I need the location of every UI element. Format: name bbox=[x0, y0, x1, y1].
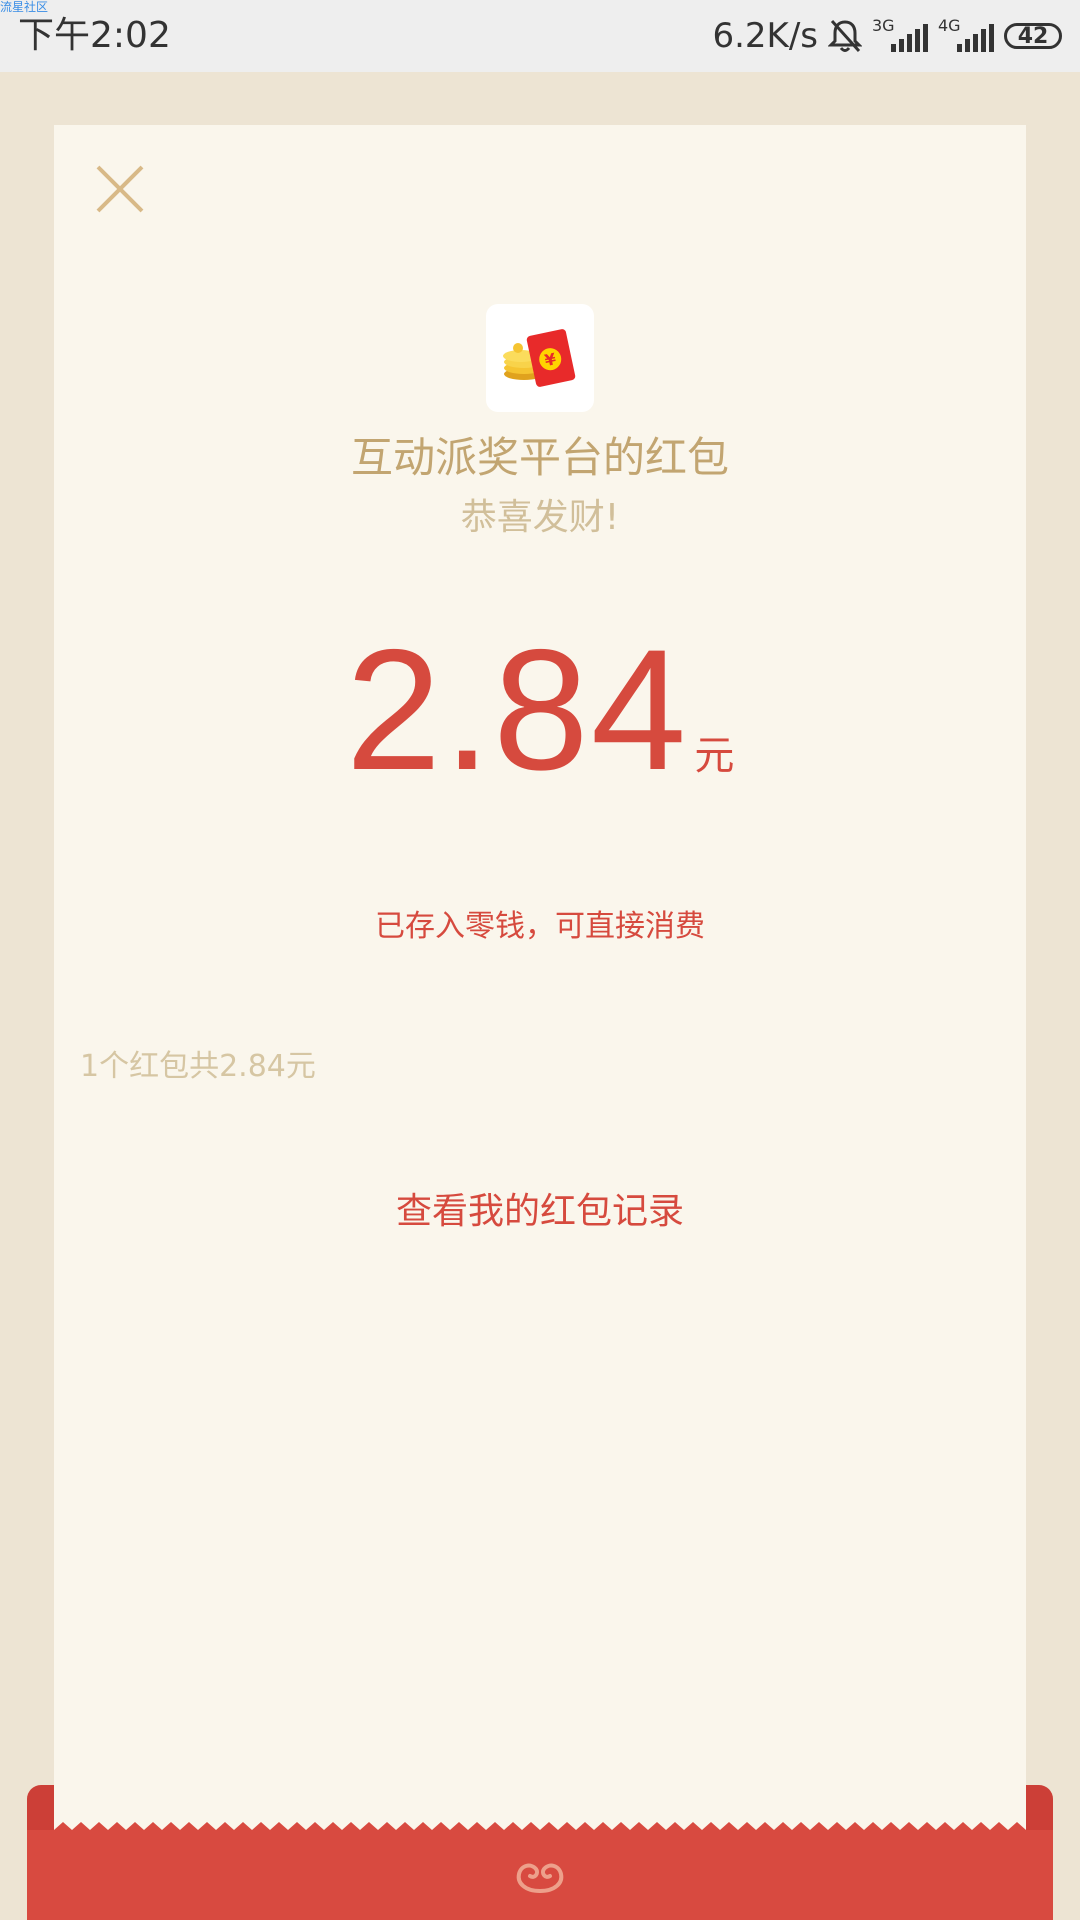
sender-name: 互动派奖平台的红包 bbox=[350, 433, 729, 482]
greeting-text: 恭喜发财! bbox=[460, 497, 620, 538]
deposit-note: 已存入零钱，可直接消费 bbox=[375, 909, 705, 944]
red-packet-detail-card: ¥ 互动派奖平台的红包 恭喜发财! 2.84 元 已存入零钱，可直接消费 1个红… bbox=[54, 125, 1026, 1845]
amount-unit: 元 bbox=[694, 733, 735, 779]
amount-row: 2.84 元 bbox=[54, 615, 1026, 805]
signal-3g-icon: 3G bbox=[872, 14, 928, 58]
zigzag-edge bbox=[54, 1822, 1026, 1838]
status-bar: 流星社区 下午2:02 6.2K/s 3G 4G 42 bbox=[0, 0, 1080, 72]
packet-summary: 1个红包共2.84元 bbox=[80, 1049, 316, 1084]
status-indicators: 6.2K/s 3G 4G 42 bbox=[712, 14, 1062, 58]
status-time: 下午2:02 bbox=[18, 15, 171, 56]
network-speed: 6.2K/s bbox=[712, 16, 818, 56]
mute-bell-icon bbox=[828, 19, 862, 53]
battery-level: 42 bbox=[1017, 23, 1049, 49]
view-records-link[interactable]: 查看我的红包记录 bbox=[54, 1189, 1026, 1235]
watermark: 流星社区 bbox=[0, 0, 49, 14]
cloud-ornament-icon bbox=[516, 1863, 564, 1893]
amount-value: 2.84 bbox=[345, 614, 689, 806]
battery-icon: 42 bbox=[1004, 23, 1062, 49]
red-packet-app-icon: ¥ bbox=[486, 304, 594, 412]
signal-4g-icon: 4G bbox=[938, 14, 994, 58]
close-icon[interactable] bbox=[92, 161, 148, 217]
